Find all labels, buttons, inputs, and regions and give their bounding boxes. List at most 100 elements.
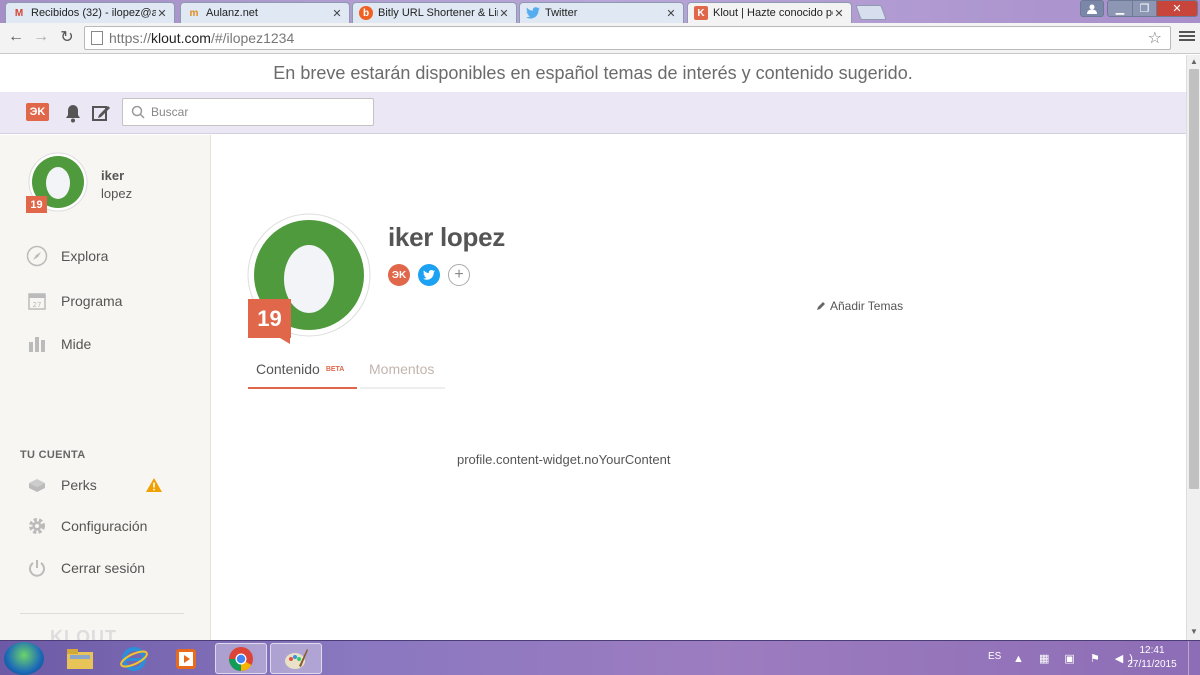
bitly-icon: b <box>359 6 373 20</box>
minimize-button[interactable]: ▁ <box>1107 0 1133 17</box>
tab-contenido[interactable]: Contenido BETA <box>248 361 357 389</box>
gmail-icon: M <box>14 7 24 19</box>
tab-klout[interactable]: K Klout | Hazte conocido po ✕ <box>687 2 852 23</box>
profile-name: iker lopez <box>388 222 505 252</box>
internet-explorer-icon[interactable] <box>108 643 160 674</box>
file-explorer-icon[interactable] <box>54 643 106 674</box>
close-icon[interactable]: ✕ <box>665 7 677 20</box>
tab-title: Twitter <box>545 7 578 19</box>
clock-time[interactable]: 12:41 <box>1132 645 1172 656</box>
compass-icon <box>26 245 48 267</box>
address-bar[interactable]: https://klout.com/#/ilopez1234 ☆ <box>84 26 1171 50</box>
close-window-button[interactable]: ✕ <box>1156 0 1198 17</box>
sidebar-item-mide[interactable]: Mide <box>26 333 91 355</box>
chrome-icon[interactable] <box>215 643 267 674</box>
scroll-up-icon[interactable]: ▲ <box>1190 57 1198 66</box>
power-icon <box>26 557 48 579</box>
add-network-icon[interactable]: + <box>448 264 470 286</box>
show-desktop-button[interactable] <box>1188 641 1200 675</box>
paint-icon[interactable] <box>270 643 322 674</box>
sidebar-item-explora[interactable]: Explora <box>26 245 108 267</box>
scroll-down-icon[interactable]: ▼ <box>1190 627 1198 636</box>
gift-icon <box>26 474 48 496</box>
user-first-name[interactable]: iker <box>101 168 124 183</box>
sidebar-item-label: Programa <box>61 293 123 309</box>
clock-date[interactable]: 27/11/2015 <box>1120 659 1184 670</box>
windows-taskbar: ES ▲ ▦ ▣ ⚑ ◀) 12:41 27/11/2015 <box>0 640 1200 675</box>
avatar[interactable]: 19 <box>26 152 88 214</box>
bell-icon[interactable] <box>64 103 82 123</box>
sidebar-divider <box>20 613 184 614</box>
search-icon <box>131 105 145 119</box>
klout-footer-logo: KLOUT <box>50 627 117 640</box>
gear-icon <box>26 515 48 537</box>
start-button[interactable] <box>4 642 44 675</box>
page-icon <box>91 31 103 45</box>
search-input[interactable]: Buscar <box>122 98 374 126</box>
page-scrollbar[interactable]: ▲ ▼ <box>1186 55 1200 640</box>
media-player-icon[interactable] <box>160 643 212 674</box>
score-badge-tail <box>280 338 290 344</box>
bookmark-star-icon[interactable]: ☆ <box>1148 28 1162 48</box>
account-section-heading: TU CUENTA <box>20 449 86 461</box>
sidebar-item-label: Configuración <box>61 518 148 534</box>
tab-gmail[interactable]: M Recibidos (32) - ilopez@a ✕ <box>5 2 175 23</box>
beta-badge: BETA <box>325 366 345 373</box>
sidebar-item-programa[interactable]: 27 Programa <box>26 290 122 312</box>
tab-twitter[interactable]: Twitter ✕ <box>519 2 684 23</box>
profile-score-badge: 19 <box>248 299 291 338</box>
back-icon[interactable]: ← <box>7 28 25 46</box>
url-text: https://klout.com/#/ilopez1234 <box>109 30 295 46</box>
restore-button[interactable]: ❐ <box>1132 0 1157 17</box>
page-viewport: En breve estarán disponibles en español … <box>0 55 1186 640</box>
new-tab-button[interactable] <box>855 5 887 20</box>
compose-icon[interactable] <box>91 103 111 123</box>
sidebar-item-label: Cerrar sesión <box>61 560 146 576</box>
tab-title: Klout | Hazte conocido po <box>713 7 833 19</box>
twitter-network-icon[interactable] <box>418 264 440 286</box>
sidebar-item-label: Mide <box>61 336 92 352</box>
forward-icon[interactable]: → <box>32 28 50 46</box>
tab-title: Bitly URL Shortener & Lin <box>378 7 498 19</box>
tab-title: Recibidos (32) - ilopez@a <box>31 7 156 19</box>
tab-momentos[interactable]: Momentos <box>360 361 445 389</box>
reload-icon[interactable]: ↻ <box>58 28 76 46</box>
bar-chart-icon <box>26 333 48 355</box>
browser-toolbar: ← → ↻ https://klout.com/#/ilopez1234 ☆ <box>0 23 1200 54</box>
klout-icon: K <box>694 6 708 20</box>
klout-logo-icon[interactable]: ЭK <box>26 103 49 121</box>
aulanz-icon: m <box>189 7 199 19</box>
browser-tab-strip: M Recibidos (32) - ilopez@a ✕ m Aulanz.n… <box>0 0 1200 23</box>
tab-bitly[interactable]: b Bitly URL Shortener & Lin ✕ <box>352 2 517 23</box>
sidebar: 19 iker lopez Explora 27 Programa Mide T… <box>0 135 211 640</box>
svg-text:27: 27 <box>33 301 42 309</box>
scroll-thumb[interactable] <box>1189 69 1199 489</box>
tab-label: Momentos <box>369 361 435 377</box>
search-placeholder: Buscar <box>151 105 189 119</box>
sidebar-item-cerrar-sesion[interactable]: Cerrar sesión <box>26 557 145 579</box>
pencil-icon <box>817 302 825 310</box>
profile-avatar[interactable]: 19 <box>247 213 371 344</box>
warning-icon <box>146 478 162 492</box>
info-banner: En breve estarán disponibles en español … <box>273 63 913 83</box>
tab-aulanz[interactable]: m Aulanz.net ✕ <box>180 2 350 23</box>
user-last-name[interactable]: lopez <box>101 186 132 201</box>
close-icon[interactable]: ✕ <box>156 7 168 20</box>
profile-icon[interactable] <box>1080 0 1104 17</box>
add-topics-link[interactable]: Añadir Temas <box>816 299 903 313</box>
calendar-icon: 27 <box>26 290 48 312</box>
close-icon[interactable]: ✕ <box>331 7 343 20</box>
tab-label: Contenido <box>256 361 320 377</box>
twitter-icon <box>526 6 540 20</box>
close-icon[interactable]: ✕ <box>498 7 510 20</box>
sidebar-item-configuracion[interactable]: Configuración <box>26 515 147 537</box>
sidebar-item-perks[interactable]: Perks <box>26 474 97 496</box>
klout-network-icon[interactable]: ЭK <box>388 264 410 286</box>
empty-content-message: profile.content-widget.noYourContent <box>457 452 671 467</box>
tab-title: Aulanz.net <box>206 7 258 19</box>
close-icon[interactable]: ✕ <box>833 7 845 20</box>
score-badge: 19 <box>26 196 47 213</box>
language-indicator[interactable]: ES <box>988 651 1001 662</box>
sidebar-item-label: Explora <box>61 248 109 264</box>
menu-icon[interactable] <box>1179 29 1195 45</box>
